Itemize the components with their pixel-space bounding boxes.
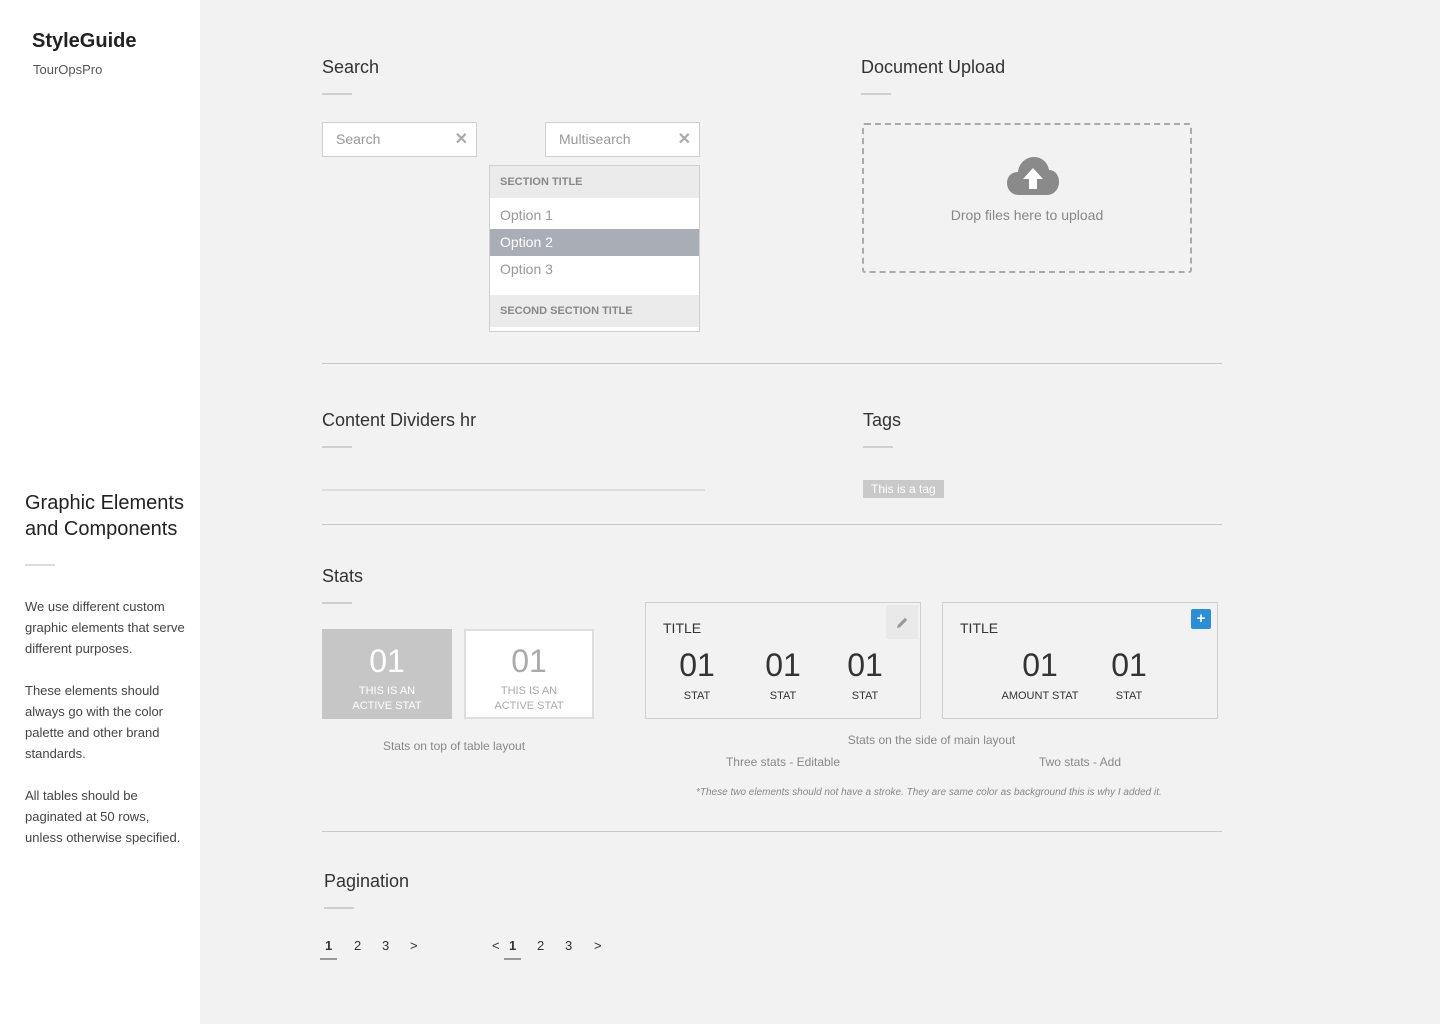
sidebar-paragraph: We use different custom graphic elements… bbox=[25, 599, 185, 656]
cloud-upload-icon bbox=[1007, 157, 1059, 195]
sidebar: StyleGuide TourOpsPro Graphic Elements a… bbox=[0, 0, 200, 1024]
card-stat: 01 AMOUNT STAT bbox=[1001, 647, 1079, 702]
upload-dropzone[interactable]: Drop files here to upload bbox=[862, 123, 1192, 273]
stats-card-editable: TITLE 01 STAT 01 STAT 01 STAT bbox=[645, 602, 921, 719]
next-page-link[interactable]: > bbox=[594, 938, 602, 953]
upload-text: Drop files here to upload bbox=[950, 207, 1104, 223]
stats-section-title: Stats bbox=[322, 566, 364, 586]
upload-section-title: Document Upload bbox=[861, 57, 1006, 77]
upload-title-dash bbox=[861, 93, 891, 95]
section-divider bbox=[322, 363, 1222, 364]
search-placeholder: Search bbox=[336, 131, 381, 147]
search-title-dash bbox=[322, 93, 352, 95]
card-title: TITLE bbox=[663, 620, 702, 636]
multisearch-placeholder: Multisearch bbox=[559, 131, 631, 147]
dropdown-option[interactable]: Option 1 bbox=[490, 202, 699, 229]
tag[interactable]: This is a tag bbox=[863, 480, 944, 498]
stat-value: 01 bbox=[511, 643, 547, 679]
card-editable-caption: Three stats - Editable bbox=[725, 755, 841, 769]
sidebar-paragraph: These elements should always go with the… bbox=[25, 683, 164, 761]
card-title: TITLE bbox=[960, 620, 999, 636]
brand-title: StyleGuide bbox=[32, 30, 137, 52]
sidebar-heading-dash bbox=[25, 564, 55, 566]
stat-value: 01 bbox=[369, 643, 405, 679]
pagination-section-title: Pagination bbox=[324, 871, 410, 891]
page-link[interactable]: 2 bbox=[537, 938, 544, 953]
multisearch-input[interactable]: Multisearch ✕ bbox=[545, 122, 700, 157]
section-divider bbox=[322, 524, 1222, 525]
card-add-caption: Two stats - Add bbox=[1038, 755, 1122, 769]
tags-section-title: Tags bbox=[863, 410, 902, 430]
content-divider-sample bbox=[322, 489, 705, 491]
sidebar-paragraph: All tables should be paginated at 50 row… bbox=[25, 788, 181, 845]
stats-title-dash bbox=[322, 602, 352, 604]
clear-icon[interactable]: ✕ bbox=[678, 123, 691, 156]
stats-card-add: TITLE + 01 AMOUNT STAT 01 STAT bbox=[942, 602, 1218, 719]
stat-tile-inactive[interactable]: 01 THIS IS AN ACTIVE STAT bbox=[464, 629, 594, 719]
add-button[interactable]: + bbox=[1191, 609, 1211, 629]
dropdown-section-title: SECTION TITLE bbox=[490, 166, 699, 198]
dropdown-section-title: SECOND SECTION TITLE bbox=[490, 295, 699, 327]
prev-page-link[interactable]: < bbox=[492, 938, 500, 953]
tags-title-dash bbox=[863, 446, 893, 448]
brand-subtitle: TourOpsPro bbox=[33, 62, 103, 77]
stat-label: THIS IS AN ACTIVE STAT bbox=[494, 685, 564, 712]
clear-icon[interactable]: ✕ bbox=[455, 123, 468, 156]
multisearch-dropdown: SECTION TITLE Option 1 Option 2 Option 3… bbox=[489, 165, 700, 332]
pencil-icon bbox=[896, 617, 907, 628]
dropdown-option-selected[interactable]: Option 2 bbox=[490, 229, 699, 256]
next-page-link[interactable]: > bbox=[410, 938, 418, 953]
page-link[interactable]: 3 bbox=[565, 938, 572, 953]
search-input[interactable]: Search ✕ bbox=[322, 122, 477, 157]
dropdown-option[interactable]: Option 3 bbox=[490, 256, 699, 283]
dividers-section-title: Content Dividers hr bbox=[322, 410, 477, 430]
stats-note: *These two elements should not have a st… bbox=[696, 787, 1162, 798]
card-stat: 01 STAT bbox=[847, 647, 883, 702]
section-divider bbox=[322, 831, 1222, 832]
stat-label: THIS IS AN ACTIVE STAT bbox=[352, 685, 422, 712]
edit-button[interactable] bbox=[886, 605, 918, 639]
page-link-current[interactable]: 1 bbox=[503, 938, 522, 960]
dividers-title-dash bbox=[322, 446, 352, 448]
card-stat: 01 STAT bbox=[679, 647, 715, 702]
page-link-current[interactable]: 1 bbox=[319, 938, 338, 960]
page-link[interactable]: 2 bbox=[354, 938, 361, 953]
card-stat: 01 STAT bbox=[1111, 647, 1147, 702]
stats-table-caption: Stats on top of table layout bbox=[382, 739, 526, 753]
sidebar-heading: Graphic Elements and Components bbox=[25, 492, 184, 540]
pagination-title-dash bbox=[324, 907, 354, 909]
stat-tile-active[interactable]: 01 THIS IS AN ACTIVE STAT bbox=[322, 629, 452, 719]
search-section-title: Search bbox=[322, 57, 380, 77]
stats-side-caption: Stats on the side of main layout bbox=[847, 733, 1016, 747]
page-link[interactable]: 3 bbox=[382, 938, 389, 953]
